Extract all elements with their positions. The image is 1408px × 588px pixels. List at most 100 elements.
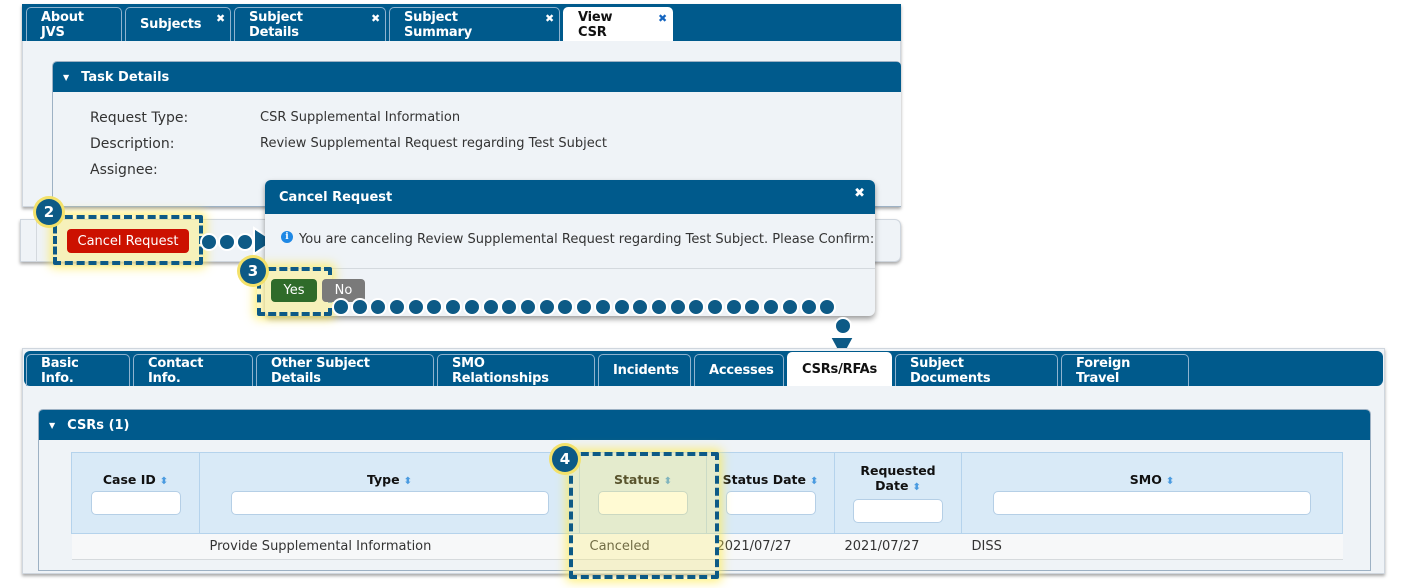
status-filter-input[interactable] — [598, 490, 688, 515]
status-date-filter-input[interactable] — [725, 490, 816, 515]
cell-status-date: 2021/07/27 — [706, 533, 835, 560]
tab-about-jvs[interactable]: About JVS — [26, 7, 122, 41]
column-status[interactable]: Status ⬍ — [579, 452, 707, 534]
connector-dot — [425, 298, 443, 316]
subject-tab-bar: Basic Info. Contact Info. Other Subject … — [24, 351, 1383, 386]
smo-filter-input[interactable] — [993, 490, 1311, 515]
tab-label: Incidents — [613, 363, 679, 378]
connector-dot — [669, 298, 687, 316]
field-value: CSR Supplemental Information — [260, 110, 461, 125]
close-icon[interactable]: ✖ — [658, 12, 667, 25]
info-icon: i — [281, 230, 293, 243]
tab-label: Foreign Travel — [1076, 355, 1131, 386]
sort-icon[interactable]: ⬍ — [1166, 476, 1174, 487]
cancel-request-button[interactable]: Cancel Request — [67, 229, 189, 253]
requested-date-filter-input[interactable] — [853, 499, 943, 523]
close-icon[interactable]: ✖ — [371, 12, 380, 25]
connector-dot — [818, 298, 836, 316]
close-icon[interactable]: ✖ — [545, 12, 554, 25]
yes-button[interactable]: Yes — [271, 279, 317, 302]
tab-subject-documents[interactable]: Subject Documents — [895, 354, 1058, 386]
csrs-header[interactable]: ▼ CSRs (1) — [39, 410, 1370, 440]
field-value: Review Supplemental Request regarding Te… — [260, 136, 607, 151]
tab-label: View CSR — [578, 9, 613, 40]
field-label: Description: — [90, 136, 175, 152]
connector-dot — [388, 298, 406, 316]
connector-dot — [556, 298, 574, 316]
connector-dot — [650, 298, 668, 316]
tab-subject-details[interactable]: Subject Details ✖ — [234, 7, 386, 41]
tab-incidents[interactable]: Incidents — [598, 354, 691, 386]
dialog-title: Cancel Request — [279, 189, 393, 205]
tab-label: Subject Summary — [404, 9, 472, 40]
tab-label: CSRs/RFAs — [802, 362, 878, 377]
column-header-label: SMO — [1129, 471, 1162, 487]
connector-dot — [463, 298, 481, 316]
cell-type: Provide Supplemental Information — [199, 533, 580, 560]
tab-csrs-rfas[interactable]: CSRs/RFAs — [787, 352, 892, 386]
column-header-label: Type — [366, 471, 400, 487]
column-header-label: Status Date — [722, 471, 806, 487]
connector-dot — [743, 298, 761, 316]
message-text: You are canceling Review Supplemental Re… — [299, 232, 875, 247]
column-type[interactable]: Type ⬍ — [199, 452, 580, 534]
dialog-header: Cancel Request ✖ — [265, 180, 875, 214]
connector-dot — [369, 298, 387, 316]
tab-label: Subject Details — [249, 9, 303, 40]
tab-label: Contact Info. — [148, 355, 204, 386]
callout-badge-step4: 4 — [552, 446, 578, 472]
connector-dot — [200, 233, 218, 251]
task-details-header[interactable]: ▼ Task Details — [53, 62, 901, 92]
column-header-label: Case ID — [102, 471, 156, 487]
csrs-table: Case ID ⬍ Type ⬍ Status ⬍ Status Date ⬍ Requ… — [71, 452, 1343, 560]
column-case-id[interactable]: Case ID ⬍ — [71, 452, 200, 534]
connector-dot — [800, 298, 818, 316]
tab-subject-summary[interactable]: Subject Summary ✖ — [389, 7, 560, 41]
tab-label: Other Subject Details — [271, 355, 370, 386]
tab-other-subject-details[interactable]: Other Subject Details — [256, 354, 434, 386]
case-id-filter-input[interactable] — [90, 490, 181, 515]
field-label: Request Type: — [90, 110, 189, 126]
sort-icon[interactable]: ⬍ — [160, 476, 168, 487]
table-row[interactable]: Provide Supplemental Information Cancele… — [71, 533, 1343, 560]
tab-basic-info[interactable]: Basic Info. — [26, 354, 130, 386]
tab-accesses[interactable]: Accesses — [694, 354, 784, 386]
tab-subjects[interactable]: Subjects ✖ — [125, 7, 231, 41]
connector-dot — [407, 298, 425, 316]
connector-dot — [218, 233, 236, 251]
column-header-label: Requested Date — [860, 463, 936, 493]
connector-dot — [538, 298, 556, 316]
tab-label: Subject Documents — [910, 355, 991, 386]
connector-dot — [762, 298, 780, 316]
cell-status: Canceled — [579, 533, 707, 560]
connector-dot — [613, 298, 631, 316]
collapse-caret-icon[interactable]: ▼ — [63, 73, 69, 82]
sort-icon[interactable]: ⬍ — [664, 476, 672, 487]
close-icon[interactable]: ✖ — [216, 12, 225, 25]
tab-view-csr[interactable]: View CSR ✖ — [563, 7, 673, 41]
tab-label: SMO Relationships — [452, 355, 549, 386]
tab-contact-info[interactable]: Contact Info. — [133, 354, 253, 386]
section-title: CSRs (1) — [67, 417, 130, 433]
connector-dot — [706, 298, 724, 316]
cell-requested-date: 2021/07/27 — [834, 533, 962, 560]
collapse-caret-icon[interactable]: ▼ — [49, 421, 55, 430]
tab-label: Accesses — [709, 363, 774, 378]
type-filter-input[interactable] — [230, 490, 549, 515]
close-icon[interactable]: ✖ — [854, 186, 865, 201]
column-smo[interactable]: SMO ⬍ — [961, 452, 1343, 534]
top-tab-bar: About JVS Subjects ✖ Subject Details ✖ Sub… — [22, 4, 901, 41]
column-status-date[interactable]: Status Date ⬍ — [706, 452, 835, 534]
field-label: Assignee: — [90, 162, 158, 178]
sort-icon[interactable]: ⬍ — [404, 476, 412, 487]
connector-dot — [351, 298, 369, 316]
tab-smo-relationships[interactable]: SMO Relationships — [437, 354, 595, 386]
tab-foreign-travel[interactable]: Foreign Travel — [1061, 354, 1189, 386]
sort-icon[interactable]: ⬍ — [912, 482, 920, 493]
field-assignee: Assignee: — [90, 162, 690, 180]
callout-badge-step2: 2 — [36, 199, 62, 225]
sort-icon[interactable]: ⬍ — [810, 476, 818, 487]
tab-label: Subjects — [140, 17, 202, 32]
divider — [265, 268, 875, 269]
column-requested-date[interactable]: Requested Date ⬍ — [834, 452, 962, 534]
